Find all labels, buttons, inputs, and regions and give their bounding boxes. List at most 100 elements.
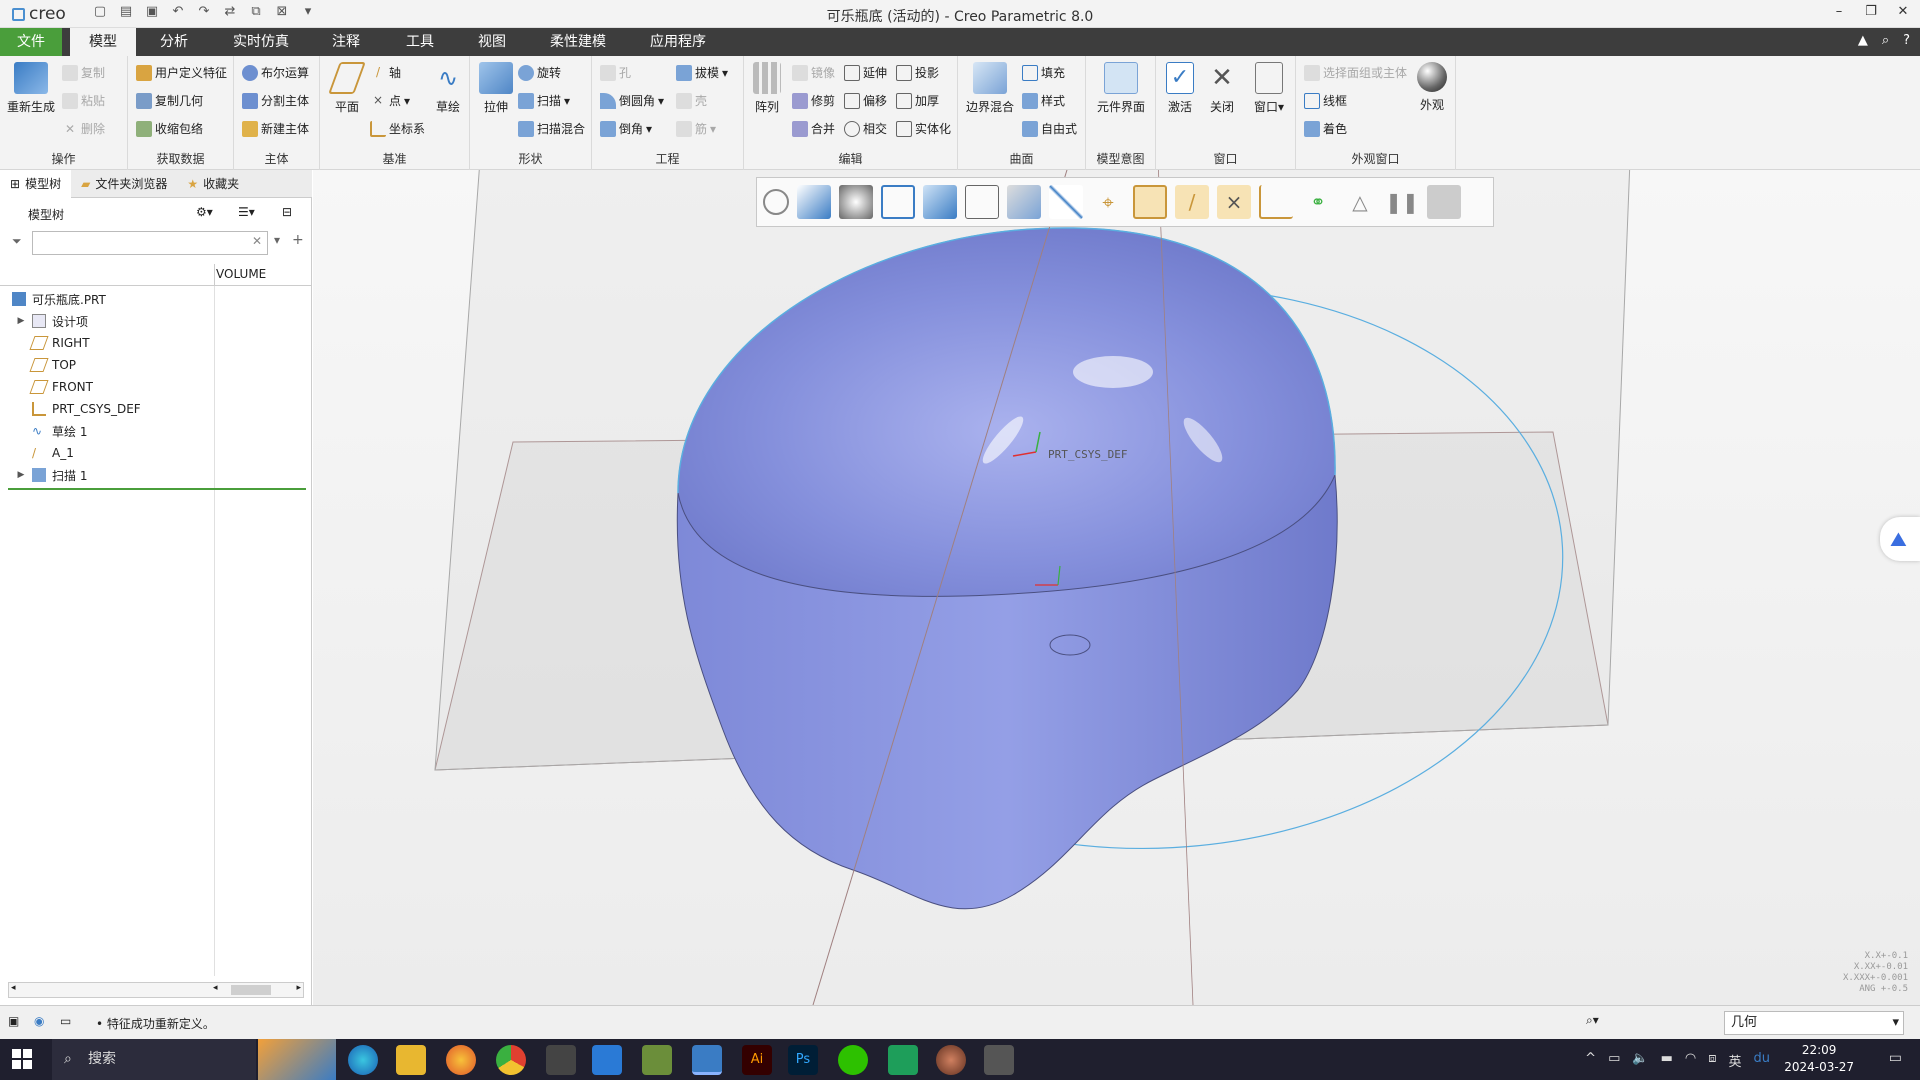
delete-button[interactable]: ✕ 删除 [62, 120, 105, 137]
creo-taskbar-icon[interactable] [692, 1045, 722, 1075]
boundary-blend-button[interactable]: 边界混合 [962, 62, 1018, 115]
scroll-left-icon[interactable]: ◂ [213, 983, 218, 993]
scrollbar-thumb[interactable] [231, 985, 271, 995]
csys-label[interactable]: PRT_CSYS_DEF [1048, 448, 1127, 461]
close-window-button[interactable]: ✕ 关闭 [1202, 62, 1242, 115]
model-view[interactable]: PRT_CSYS_DEF [313, 170, 1920, 1005]
clear-icon[interactable]: ✕ [252, 234, 262, 248]
firefox-icon[interactable] [446, 1045, 476, 1075]
group-label[interactable]: 获取数据 [128, 150, 233, 167]
shell-button[interactable]: 壳 [676, 92, 707, 109]
tree-item-design-items[interactable]: ▶ 设计项 [0, 310, 312, 332]
windows-button[interactable]: 窗口▾ [1246, 62, 1292, 115]
wireframe-button[interactable]: 线框 [1304, 92, 1347, 109]
scroll-right-icon[interactable]: ▸ [296, 983, 301, 993]
activate-button[interactable]: ✓ 激活 [1160, 62, 1200, 115]
group-label[interactable]: 外观窗口 [1296, 150, 1455, 167]
csys-display-icon[interactable] [1259, 185, 1293, 219]
merge-button[interactable]: 合并 [792, 120, 835, 137]
spin-center-icon[interactable]: ⚭ [1301, 185, 1335, 219]
tab-model-tree[interactable]: ⊞ 模型树 [0, 170, 72, 198]
pause-icon[interactable]: ❚❚ [1385, 185, 1419, 219]
find-icon[interactable]: ⌕▾ [1586, 1013, 1599, 1028]
tree-columns-icon[interactable]: ☰▾ [238, 205, 255, 219]
shading-button[interactable]: 着色 [1304, 120, 1347, 137]
browser-icon[interactable]: ◉ [34, 1014, 44, 1028]
tab-file[interactable]: 文件 [0, 28, 62, 56]
new-body-button[interactable]: 新建主体 [242, 120, 309, 137]
point-display-icon[interactable]: × [1217, 185, 1251, 219]
offset-button[interactable]: 偏移 [844, 92, 887, 109]
zoom-in-icon[interactable] [797, 185, 831, 219]
group-label[interactable]: 模型意图 [1086, 150, 1155, 167]
horizontal-scrollbar[interactable]: ◂ ◂ ▸ [8, 982, 304, 998]
draft-button[interactable]: 拔模 ▾ [676, 64, 728, 81]
search-highlight-image[interactable] [258, 1039, 336, 1080]
tab-folder-browser[interactable]: ▰ 文件夹浏览器 [71, 170, 177, 198]
edge-browser-icon[interactable] [348, 1045, 378, 1075]
assistant-button[interactable]: ⛰ [1880, 517, 1920, 561]
datum-display-icon[interactable]: ⌖ [1091, 185, 1125, 219]
illustrator-icon[interactable]: Ai [742, 1045, 772, 1075]
repaint-icon[interactable] [881, 185, 915, 219]
trim-button[interactable]: 修剪 [792, 92, 835, 109]
group-label[interactable]: 基准 [320, 150, 469, 167]
udf-button[interactable]: 用户定义特征 [136, 64, 227, 81]
section-icon[interactable] [1049, 185, 1083, 219]
insert-indicator[interactable] [8, 488, 306, 490]
tree-filter-options-icon[interactable]: ⊟ [282, 205, 292, 219]
chamfer-button[interactable]: 倒角 ▾ [600, 120, 652, 137]
notification-icon[interactable]: ▭ [1889, 1050, 1902, 1066]
chat-icon[interactable]: ▭ [1608, 1051, 1620, 1070]
tab-analysis[interactable]: 分析 [146, 28, 202, 56]
wifi-icon[interactable]: ◠ [1685, 1051, 1696, 1070]
photoshop-icon[interactable]: Ps [788, 1045, 818, 1075]
collapse-ribbon-icon[interactable]: ▲ [1858, 33, 1868, 48]
tab-applications[interactable]: 应用程序 [640, 28, 716, 56]
axis-display-icon[interactable]: / [1175, 185, 1209, 219]
style-button[interactable]: 样式 [1022, 92, 1065, 109]
clock[interactable]: 22:09 2024-03-27 [1784, 1042, 1854, 1076]
tree-item-sketch[interactable]: ∿ 草绘 1 [0, 420, 312, 442]
paste-button[interactable]: 粘贴 [62, 92, 105, 109]
minimize-button[interactable]: – [1830, 4, 1848, 19]
volume-icon[interactable]: 🔈 [1632, 1051, 1648, 1070]
csys-button[interactable]: 坐标系 [370, 120, 425, 137]
shrinkwrap-button[interactable]: 收缩包络 [136, 120, 203, 137]
network-icon[interactable]: ⧈ [1708, 1051, 1716, 1070]
taskbar-app-icon[interactable] [642, 1045, 672, 1075]
group-label[interactable]: 工程 [592, 150, 743, 167]
solidify-button[interactable]: 实体化 [896, 120, 951, 137]
tree-item-sweep[interactable]: ▶ 扫描 1 [0, 464, 312, 486]
search-icon[interactable]: ⌕ [1882, 33, 1889, 48]
unity-icon[interactable] [546, 1045, 576, 1075]
fill-button[interactable]: 填充 [1022, 64, 1065, 81]
component-interface-button[interactable]: 元件界面 [1090, 62, 1152, 115]
appearance-button[interactable]: 外观 [1412, 62, 1452, 113]
extend-button[interactable]: 延伸 [844, 64, 887, 81]
group-label[interactable]: 操作 [0, 150, 127, 167]
tree-settings-icon[interactable]: ⚙▾ [196, 205, 213, 219]
tree-item-csys[interactable]: PRT_CSYS_DEF [0, 398, 312, 420]
show-navigator-icon[interactable]: ▣ [8, 1014, 19, 1028]
pattern-button[interactable]: 阵列 [748, 62, 786, 115]
intersect-button[interactable]: 相交 [844, 120, 887, 137]
group-label[interactable]: 主体 [234, 150, 319, 167]
expand-icon[interactable]: ▶ [14, 316, 28, 326]
tab-flexible-modeling[interactable]: 柔性建模 [540, 28, 616, 56]
copy-button[interactable]: 复制 [62, 64, 105, 81]
boolean-button[interactable]: 布尔运算 [242, 64, 309, 81]
sweep-button[interactable]: 扫描 ▾ [518, 92, 570, 109]
battery-icon[interactable]: ▬ [1661, 1051, 1673, 1070]
perspective-icon[interactable] [1427, 185, 1461, 219]
wechat-icon[interactable] [838, 1045, 868, 1075]
tab-view[interactable]: 视图 [464, 28, 520, 56]
tree-item-front[interactable]: FRONT [0, 376, 312, 398]
refit-icon[interactable] [763, 189, 789, 215]
chrome-icon[interactable] [496, 1045, 526, 1075]
tree-item-right[interactable]: RIGHT [0, 332, 312, 354]
plane-button[interactable]: 平面 [326, 62, 368, 115]
freestyle-button[interactable]: 自由式 [1022, 120, 1077, 137]
ime-icon[interactable]: du [1754, 1051, 1771, 1070]
chevron-down-icon[interactable]: ▾ [274, 233, 280, 247]
